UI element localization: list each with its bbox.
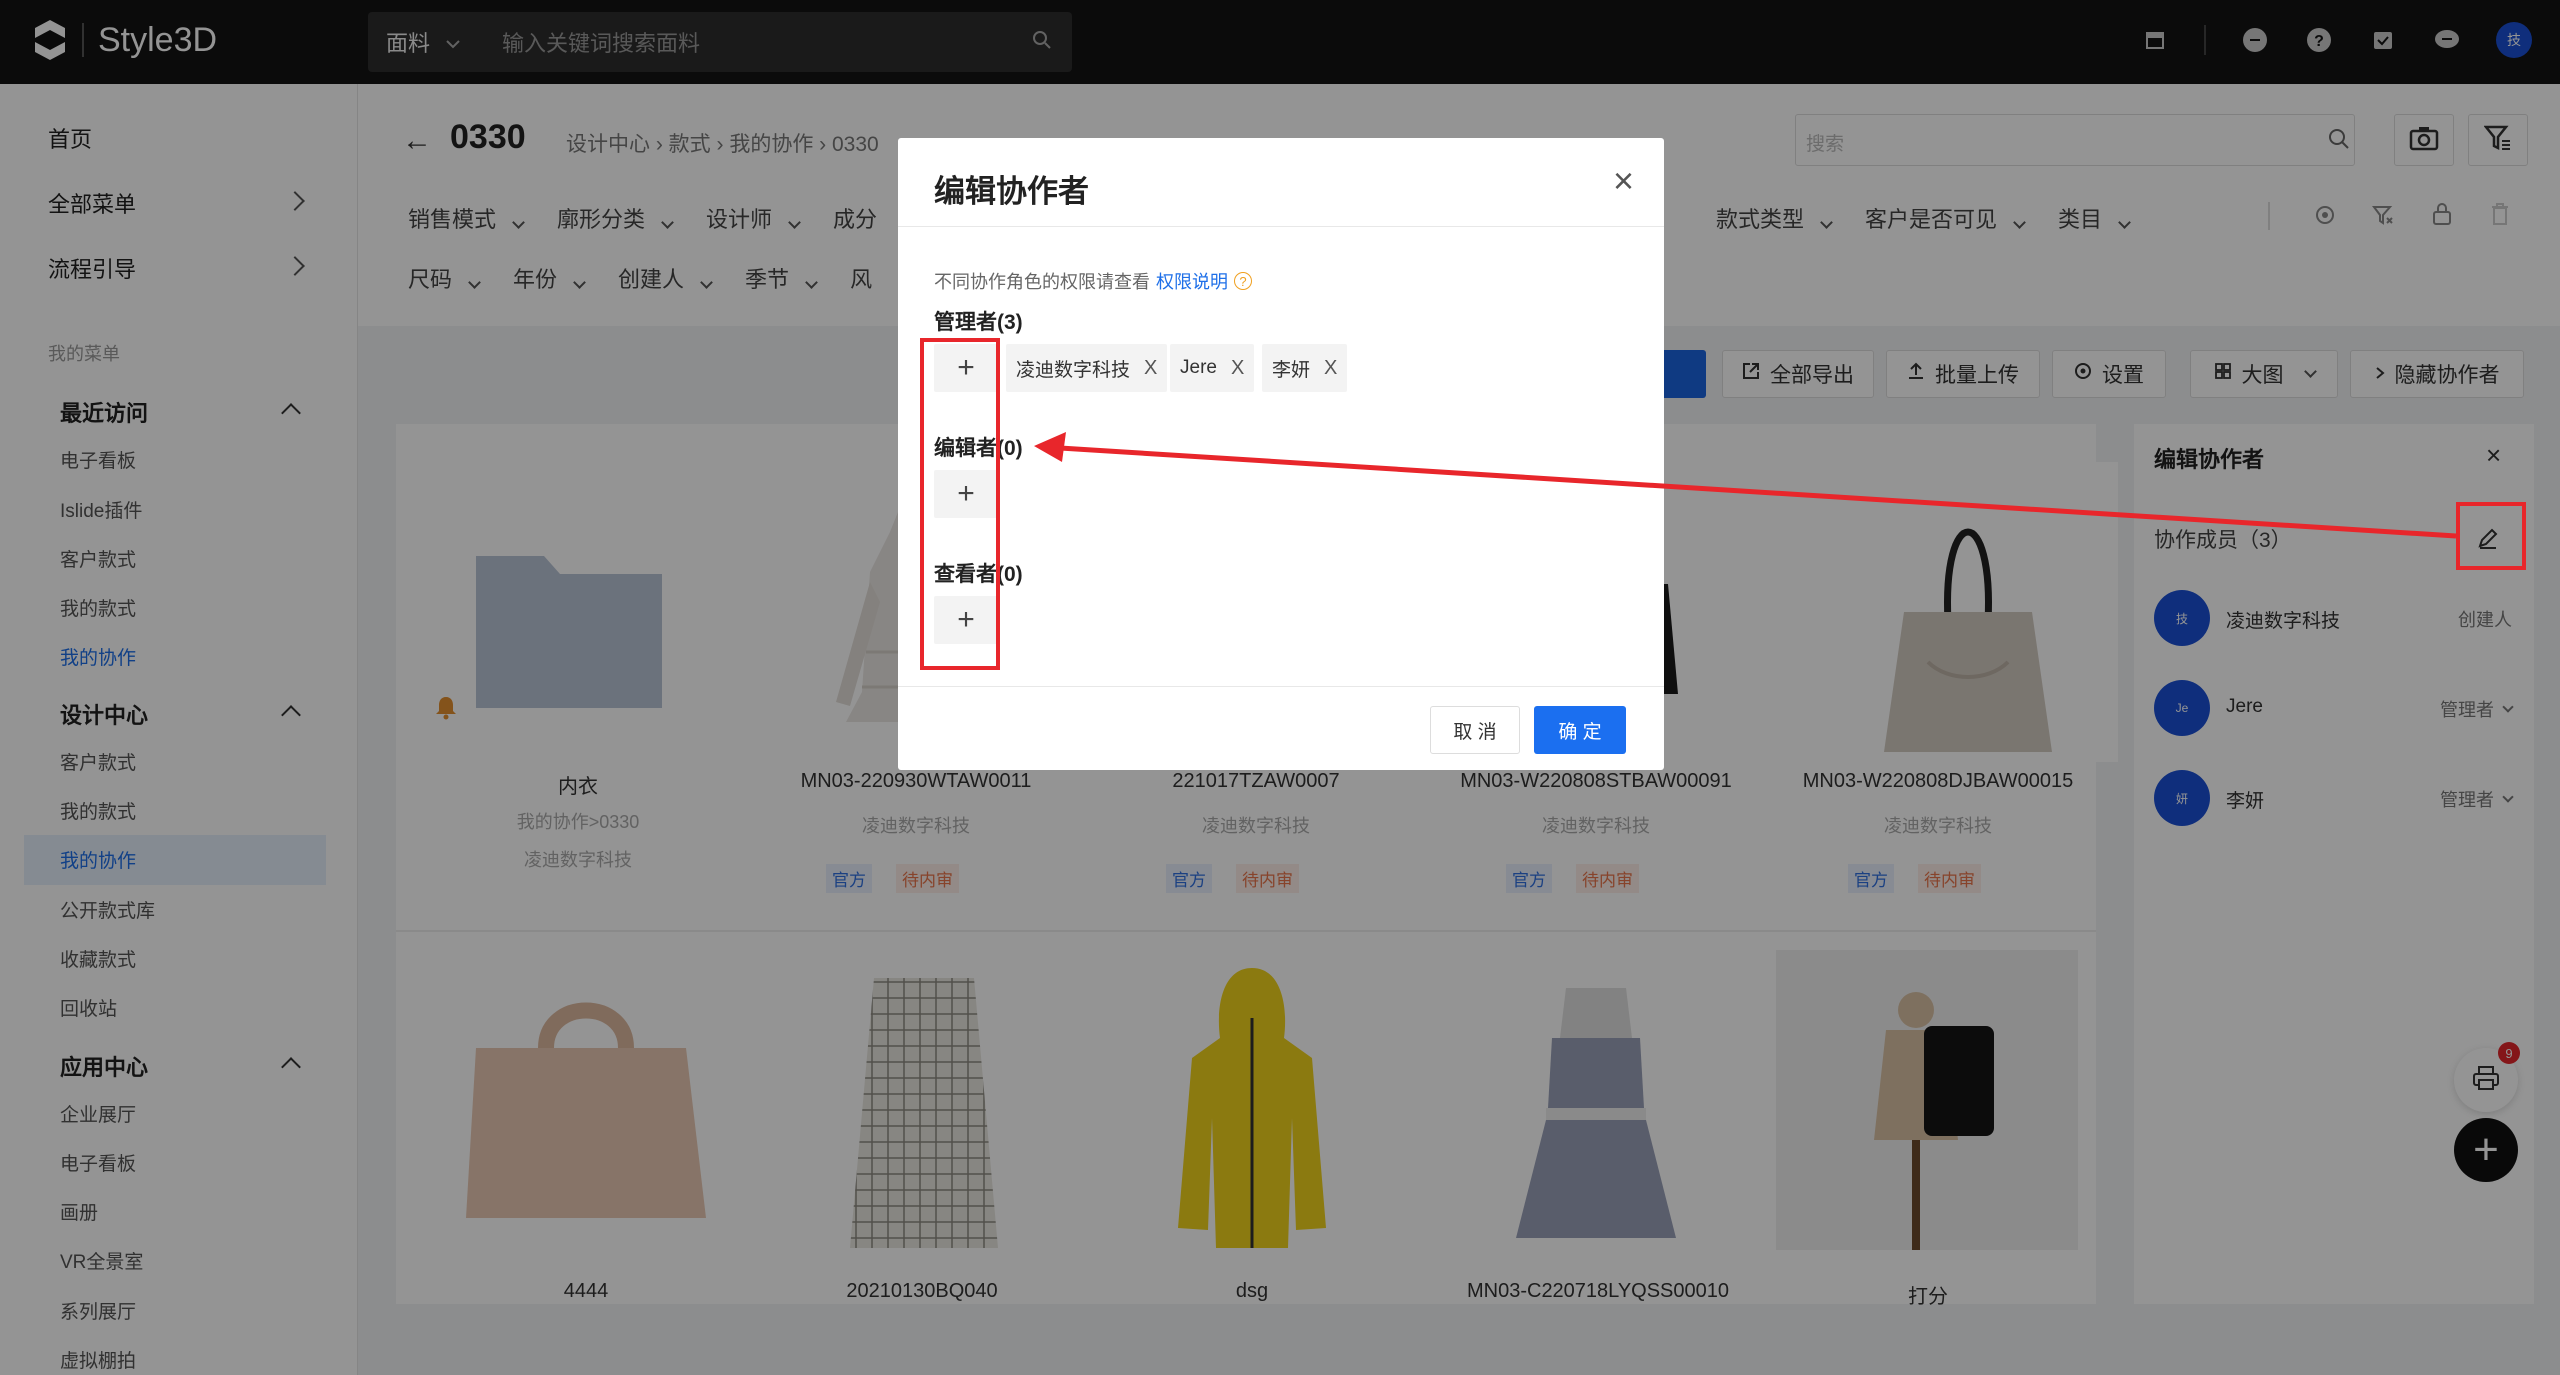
modal-footer-divider (898, 686, 1664, 687)
modal-divider (898, 226, 1664, 227)
confirm-button[interactable]: 确 定 (1534, 706, 1626, 754)
remove-chip-icon[interactable]: X (1231, 357, 1244, 380)
modal-title: 编辑协作者 (934, 174, 1089, 209)
add-manager-button[interactable]: + (934, 344, 998, 392)
viewers-label: 查看者(0) (934, 563, 1023, 586)
permission-doc-link[interactable]: 权限说明 (1156, 268, 1228, 294)
add-editor-button[interactable]: + (934, 470, 998, 518)
hint-text: 不同协作角色的权限请查看 (934, 272, 1150, 292)
manager-chip: 凌迪数字科技 X (1006, 344, 1168, 392)
add-viewer-button[interactable]: + (934, 596, 998, 644)
remove-chip-icon[interactable]: X (1324, 357, 1337, 380)
remove-chip-icon[interactable]: X (1144, 357, 1157, 380)
edit-collaborators-modal: 编辑协作者 × 不同协作角色的权限请查看 权限说明 ? 管理者(3) + 凌迪数… (898, 138, 1664, 770)
help-circle-icon[interactable]: ? (1234, 272, 1252, 290)
manager-chip: 李妍 X (1262, 344, 1348, 392)
cancel-button[interactable]: 取 消 (1430, 706, 1520, 754)
editors-label: 编辑者(0) (934, 437, 1023, 460)
close-icon[interactable]: × (1613, 160, 1634, 202)
chip-label: 凌迪数字科技 (1016, 359, 1131, 381)
manager-chip: Jere X (1170, 344, 1255, 392)
permission-hint: 不同协作角色的权限请查看 权限说明 ? (934, 268, 1252, 294)
chip-label: 李妍 (1272, 359, 1311, 381)
chip-label: Jere (1180, 357, 1217, 378)
managers-label: 管理者(3) (934, 311, 1023, 334)
